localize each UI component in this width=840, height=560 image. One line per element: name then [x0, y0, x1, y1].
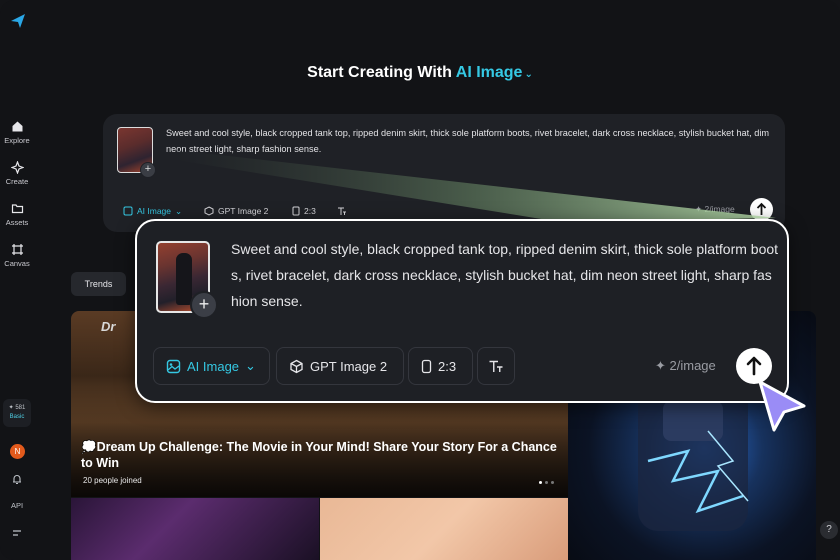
ratio-icon — [292, 206, 300, 216]
model-label: GPT Image 2 — [218, 206, 269, 216]
carousel-dots[interactable] — [539, 481, 554, 484]
sparkle-icon — [10, 161, 24, 174]
cursor-pointer-icon — [758, 380, 806, 432]
app-window: Explore Create Assets Canvas ✦ 581 Basic… — [0, 0, 840, 560]
avatar[interactable]: N — [10, 444, 25, 459]
mode-dropdown[interactable]: AI Image ⌄ — [153, 347, 270, 385]
carousel-dot[interactable] — [545, 481, 548, 484]
sidebar-item-label: Create — [5, 177, 29, 186]
add-image-button[interactable]: + — [140, 162, 156, 178]
gallery-card[interactable] — [320, 498, 568, 560]
sidebar-item-assets[interactable]: Assets — [0, 202, 34, 227]
cost-indicator: ✦ 2/image — [655, 358, 716, 373]
banner-title[interactable]: 💭Dream Up Challenge: The Movie in Your M… — [81, 439, 561, 471]
text-style-button[interactable] — [337, 203, 347, 219]
cube-icon — [204, 206, 214, 216]
folder-icon — [11, 204, 23, 214]
credits-amount: ✦ 581 — [8, 405, 26, 411]
ratio-icon — [421, 359, 432, 373]
api-link[interactable]: API — [0, 501, 34, 510]
ratio-label: 2:3 — [304, 206, 316, 216]
page-title: Start Creating With AI Image ⌄ — [0, 64, 840, 82]
text-icon — [489, 360, 503, 372]
joined-label: people joined — [94, 476, 142, 485]
text-icon — [338, 207, 346, 215]
image-icon — [166, 359, 181, 373]
sidebar-item-create[interactable]: Create — [0, 161, 34, 186]
cube-icon — [290, 359, 303, 373]
chevron-down-icon: ⌄ — [245, 358, 256, 373]
sidebar-item-explore[interactable]: Explore — [0, 120, 34, 145]
chevron-down-icon[interactable]: ⌄ — [524, 69, 532, 80]
carousel-dot[interactable] — [551, 481, 554, 484]
joined-count: 20 — [83, 476, 92, 485]
prompt-box-zoomed[interactable]: + Sweet and cool style, black cropped ta… — [135, 219, 789, 403]
prompt-text[interactable]: Sweet and cool style, black cropped tank… — [166, 125, 778, 157]
text-style-button[interactable] — [477, 347, 515, 385]
model-selector[interactable]: GPT Image 2 — [276, 347, 404, 385]
ratio-label: 2:3 — [438, 358, 457, 374]
prompt-text[interactable]: Sweet and cool style, black cropped tank… — [231, 236, 779, 314]
gallery-card[interactable] — [71, 498, 319, 560]
logo-icon[interactable] — [9, 12, 27, 30]
send-button[interactable] — [750, 198, 773, 221]
add-image-button[interactable]: + — [190, 291, 218, 319]
sidebar-item-label: Canvas — [4, 259, 30, 268]
mode-selector[interactable]: AI Image — [456, 64, 523, 81]
sidebar-item-label: Explore — [4, 136, 30, 145]
home-icon — [12, 121, 22, 132]
sidebar-item-label: Assets — [5, 218, 29, 227]
model-label: GPT Image 2 — [310, 358, 388, 374]
aspect-ratio-selector[interactable]: 2:3 — [292, 203, 316, 219]
sidebar-item-canvas[interactable]: Canvas — [0, 243, 34, 268]
sidebar: Explore Create Assets Canvas ✦ 581 Basic… — [0, 0, 34, 560]
arrow-up-icon — [756, 202, 767, 215]
banner-brand: Dr — [101, 319, 116, 334]
tab-trends[interactable]: Trends — [71, 272, 126, 296]
model-selector[interactable]: GPT Image 2 — [204, 203, 268, 219]
aspect-ratio-selector[interactable]: 2:3 — [408, 347, 473, 385]
thumbnail-figure — [176, 253, 192, 305]
carousel-dot[interactable] — [539, 481, 542, 484]
menu-icon[interactable] — [10, 526, 24, 540]
participants-count: 20 people joined — [83, 476, 142, 485]
mode-dropdown[interactable]: AI Image ⌄ — [123, 203, 182, 219]
bell-icon[interactable] — [10, 472, 24, 486]
canvas-icon — [11, 244, 23, 255]
prompt-box[interactable]: + Sweet and cool style, black cropped ta… — [103, 114, 785, 232]
chevron-down-icon: ⌄ — [175, 205, 183, 216]
title-prefix: Start Creating With — [307, 64, 452, 81]
image-icon — [123, 206, 133, 216]
plan-tier: Basic — [9, 414, 25, 420]
mode-label: AI Image — [137, 206, 172, 216]
credits-badge[interactable]: ✦ 581 Basic — [3, 399, 31, 427]
mode-label: AI Image — [187, 358, 240, 374]
cost-indicator: ✦ 2/image — [695, 204, 735, 214]
help-button[interactable]: ? — [820, 521, 838, 539]
